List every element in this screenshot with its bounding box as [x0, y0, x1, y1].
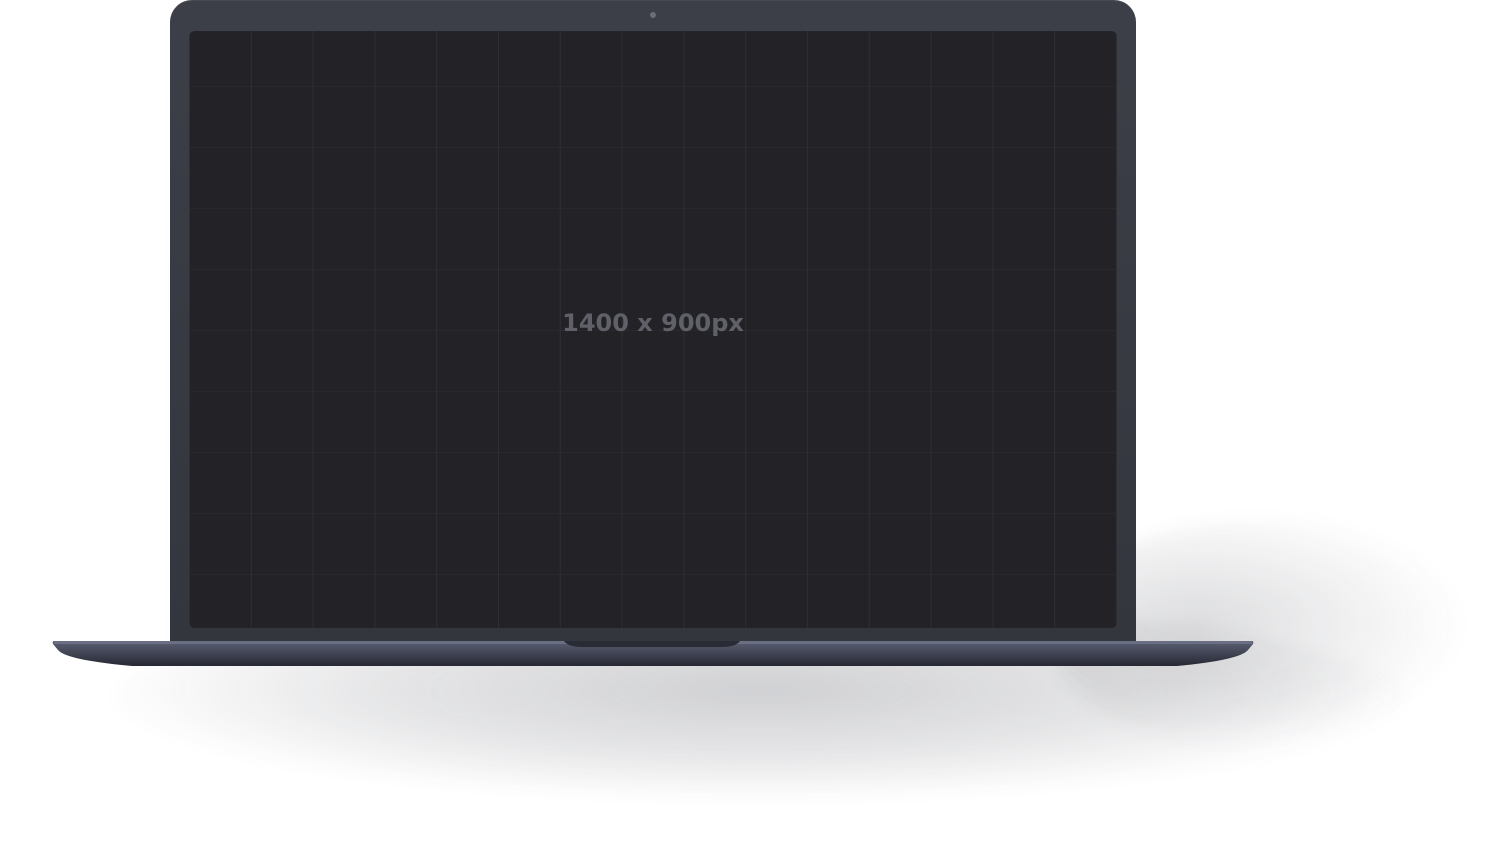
- laptop-base-shape: [52, 641, 1254, 666]
- laptop-base: [52, 640, 1254, 668]
- screen-size-label: 1400 x 900px: [562, 309, 744, 337]
- hinge-notch: [564, 641, 740, 647]
- camera-dot-icon: [650, 12, 656, 18]
- laptop-lid: 1400 x 900px: [170, 0, 1136, 648]
- laptop-screen: 1400 x 900px: [189, 31, 1117, 628]
- mockup-stage: 1400 x 900px: [0, 0, 1500, 841]
